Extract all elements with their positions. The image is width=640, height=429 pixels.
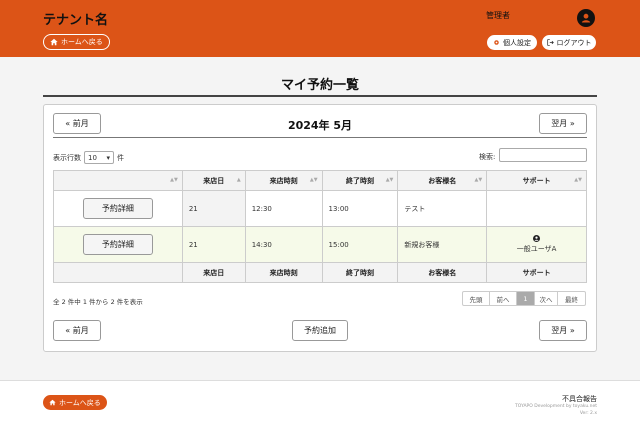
page-prev-button[interactable]: 前へ: [490, 292, 517, 305]
avatar[interactable]: [577, 9, 595, 27]
title-divider: [43, 95, 597, 97]
column-header-customer[interactable]: お客様名 ▲▼: [397, 170, 488, 191]
personal-settings-label: 個人設定: [503, 38, 531, 47]
table-footer-row: 来店日 来店時刻 終了時刻 お客様名 サポート: [53, 262, 587, 283]
table-row: 予約詳細 21 12:30 13:00 テスト: [53, 190, 587, 227]
rows-unit: 件: [117, 153, 124, 162]
column-header-start[interactable]: 来店時刻 ▲▼: [244, 170, 323, 191]
cell-customer: テスト: [397, 190, 488, 227]
reservation-detail-button[interactable]: 予約詳細: [82, 198, 153, 219]
search-input[interactable]: [499, 148, 587, 162]
page-title: マイ予約一覧: [280, 78, 359, 93]
next-month-button-bottom[interactable]: 翌月 »: [539, 320, 587, 341]
rows-per-page-label: 表示行数: [53, 153, 81, 162]
user-name: 管理者: [486, 11, 510, 20]
table-row: 予約詳細 21 14:30 15:00 新規お客様 一般ユーザA: [53, 226, 587, 263]
cell-day: 21: [181, 190, 246, 227]
user-icon: [533, 235, 541, 242]
reservation-table: ▲▼ 来店日 ▲ 来店時刻 ▲▼ 終了時刻 ▲▼ お客様名 ▲▼ サポート ▲▼ 予約詳細…: [53, 170, 587, 283]
column-header-action[interactable]: ▲▼: [53, 170, 183, 191]
footer-column-day: 来店日: [181, 262, 246, 283]
tenant-name: テナント名: [43, 13, 109, 28]
pagination: 先頭 前へ 1 次へ 最終: [462, 291, 586, 306]
rows-per-page-select[interactable]: 10 ▾: [84, 151, 114, 164]
add-reservation-button[interactable]: 予約追加: [292, 320, 348, 341]
column-header-support[interactable]: サポート ▲▼: [486, 170, 587, 191]
chevron-down-icon: ▾: [106, 153, 110, 162]
rows-per-page: 表示行数 10 ▾ 件: [53, 151, 124, 164]
credit-text: TOYAPO Development by toyaku.net: [515, 404, 597, 409]
home-icon: [49, 399, 56, 406]
support-user-name: 一般ユーザA: [516, 245, 557, 253]
cell-support: 一般ユーザA: [486, 226, 587, 263]
footer-column-support: サポート: [486, 262, 587, 283]
home-icon: [50, 38, 58, 46]
page-last-button[interactable]: 最終: [558, 292, 585, 305]
logout-label: ログアウト: [556, 38, 592, 47]
home-button-label: ホームへ戻る: [61, 38, 103, 46]
cell-start: 14:30: [244, 226, 323, 263]
column-header-day[interactable]: 来店日 ▲: [181, 170, 246, 191]
footer-home-label: ホームへ戻る: [59, 398, 101, 407]
personal-settings-button[interactable]: 個人設定: [487, 35, 537, 50]
logout-icon: [546, 39, 554, 46]
next-month-button[interactable]: 翌月 »: [539, 113, 587, 134]
footer-column-end: 終了時刻: [321, 262, 399, 283]
table-info: 全 2 件中 1 件から 2 件を表示: [53, 298, 143, 306]
home-button[interactable]: ホームへ戻る: [43, 34, 110, 50]
month-divider: [53, 137, 587, 138]
reservation-detail-button[interactable]: 予約詳細: [82, 234, 153, 255]
search-label: 検索:: [479, 153, 496, 161]
page-next-button[interactable]: 次へ: [535, 292, 558, 305]
cell-end: 15:00: [321, 226, 399, 263]
logout-button[interactable]: ログアウト: [542, 35, 596, 50]
app-header: テナント名 ホームへ戻る 管理者 個人設定 ログアウト: [0, 0, 640, 57]
gear-icon: [494, 40, 499, 45]
cell-end: 13:00: [321, 190, 399, 227]
footer-column-start: 来店時刻: [244, 262, 323, 283]
footer-home-button[interactable]: ホームへ戻る: [43, 395, 107, 410]
column-header-end[interactable]: 終了時刻 ▲▼: [321, 170, 399, 191]
user-icon: [581, 13, 591, 23]
version-text: Ver: 2.x: [579, 411, 597, 416]
footer-column-customer: お客様名: [397, 262, 488, 283]
prev-month-button-bottom[interactable]: « 前月: [53, 320, 101, 341]
cell-customer: 新規お客様: [397, 226, 488, 263]
page-first-button[interactable]: 先頭: [463, 292, 490, 305]
cell-start: 12:30: [244, 190, 323, 227]
cell-support: [486, 190, 587, 227]
cell-day: 21: [181, 226, 246, 263]
bug-report-link[interactable]: 不具合報告: [562, 394, 597, 404]
table-header-row: ▲▼ 来店日 ▲ 来店時刻 ▲▼ 終了時刻 ▲▼ お客様名 ▲▼ サポート ▲▼: [53, 170, 587, 191]
page-current-button[interactable]: 1: [517, 292, 535, 305]
